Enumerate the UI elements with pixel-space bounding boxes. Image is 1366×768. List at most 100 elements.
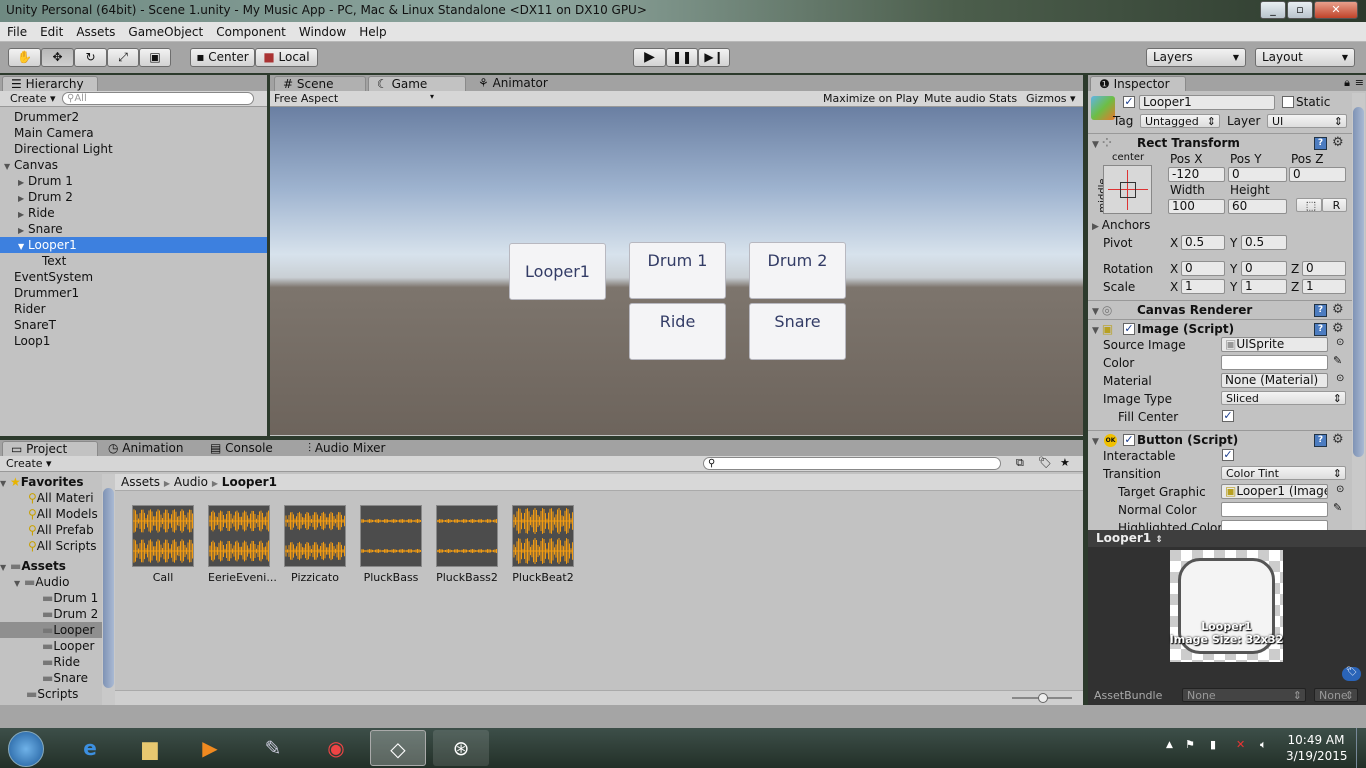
clock[interactable]: 10:49 AM 3/19/2015 [1286,732,1348,764]
button-enabled-checkbox[interactable]: ✓ [1123,434,1135,446]
canvas-renderer-header[interactable]: ▼ ◎ Canvas Renderer ? ⚙ [1088,300,1352,319]
favorite-item[interactable]: ⚲All Prefab [0,522,115,538]
static-checkbox[interactable] [1282,96,1294,108]
icon-size-slider[interactable] [1012,693,1072,703]
favorite-item[interactable]: ⚲All Scripts [0,538,115,554]
pause-button[interactable]: ❚❚ [666,48,698,67]
filter-label-icon[interactable]: 🏷︎ [1038,456,1052,469]
pivot-center-toggle[interactable]: ▪ Center [190,48,255,67]
anchors-foldout[interactable]: ▶ Anchors [1092,218,1150,232]
hierarchy-item[interactable]: ▼ Canvas [0,157,267,173]
hierarchy-item[interactable]: ▶ Snare [0,221,267,237]
hierarchy-item[interactable]: EventSystem [0,269,267,285]
collapsed-arrow-icon[interactable]: ▶ [18,207,28,221]
assets-foldout[interactable]: ▼ ▬Assets [0,558,115,574]
game-view[interactable]: Looper1 Drum 1 Drum 2 Ride Snare [270,107,1083,435]
internet-explorer-icon[interactable]: e [62,730,118,766]
audio-subfolder[interactable]: ▬Drum 1 [0,590,115,606]
snare-game-button[interactable]: Snare [749,303,846,360]
scrollbar-thumb[interactable] [103,488,114,688]
eyedropper-icon[interactable]: ✎ [1333,354,1342,367]
help-icon[interactable]: ? [1314,304,1327,317]
help-icon[interactable]: ? [1314,323,1327,336]
width-field[interactable]: 100 [1168,199,1225,214]
expanded-arrow-icon[interactable]: ▼ [18,239,28,253]
audio-clip-asset[interactable]: PluckBeat2 [512,505,574,584]
scale-z-field[interactable]: 1 [1302,279,1346,294]
hierarchy-item[interactable]: Rider [0,301,267,317]
hierarchy-item[interactable]: Directional Light [0,141,267,157]
breadcrumb-looper1[interactable]: Looper1 [222,475,277,489]
gear-icon[interactable]: ⚙ [1332,301,1344,319]
help-icon[interactable]: ? [1314,434,1327,447]
aspect-dropdown[interactable]: Free Aspect ▾ [274,92,434,105]
hierarchy-item[interactable]: ▶ Drum 1 [0,173,267,189]
filter-type-icon[interactable]: ⧉ [1016,456,1024,470]
assetbundle-variant-dropdown[interactable]: None ⇕ [1314,688,1358,702]
name-field[interactable]: Looper1 [1139,95,1275,110]
help-icon[interactable]: ? [1314,137,1327,150]
tab-game[interactable]: ☾ Game [368,76,466,91]
hierarchy-item[interactable]: Loop1 [0,333,267,349]
posy-field[interactable]: 0 [1228,167,1287,182]
audio-clip-asset[interactable]: Pizzicato [284,505,346,584]
active-checkbox[interactable]: ✓ [1123,96,1135,108]
audio-subfolder[interactable]: ▬Looper [0,638,115,654]
hierarchy-item[interactable]: Drummer1 [0,285,267,301]
hierarchy-item[interactable]: ▼ Looper1 [0,237,267,253]
menu-component[interactable]: Component [209,22,292,41]
tab-inspector[interactable]: ❶ Inspector [1090,76,1186,91]
collapsed-arrow-icon[interactable]: ▶ [18,223,28,237]
step-button[interactable]: ▶❙ [698,48,730,67]
create-dropdown[interactable]: Create ▾ [6,457,52,470]
highlighted-color-field[interactable] [1221,520,1328,530]
expanded-arrow-icon[interactable]: ▼ [4,159,14,173]
audio-clip-asset[interactable]: Call [132,505,194,584]
scripts-folder[interactable]: ▬Scripts [0,686,115,702]
stats-toggle[interactable]: Stats [989,92,1017,105]
inspector-scrollbar[interactable] [1352,93,1365,530]
scrollbar-thumb[interactable] [1353,107,1364,457]
breadcrumb-audio[interactable]: Audio [174,475,208,489]
favorite-item[interactable]: ⚲All Models [0,506,115,522]
menu-assets[interactable]: Assets [69,22,121,41]
rect-transform-header[interactable]: ▼ ⁘ Rect Transform ? ⚙ [1088,133,1352,152]
audio-clip-asset[interactable]: PluckBass2 [436,505,498,584]
menu-gameobject[interactable]: GameObject [121,22,209,41]
unity-icon[interactable]: ◇ [370,730,426,766]
show-desktop-button[interactable] [1356,728,1366,768]
tab-scene[interactable]: # Scene [274,76,366,91]
action-center-flag-icon[interactable]: ⚑ [1185,738,1195,751]
media-player-icon[interactable]: ▶ [182,730,238,766]
collapsed-arrow-icon[interactable]: ▶ [18,191,28,205]
start-button[interactable] [8,731,44,767]
gear-icon[interactable]: ⚙ [1332,320,1344,338]
pivot-x-field[interactable]: 0.5 [1181,235,1225,250]
tab-animator[interactable]: ⚘ Animator [470,76,570,91]
source-image-field[interactable]: ▣UISprite [1221,337,1328,352]
minimize-button[interactable]: _ [1260,1,1286,19]
hierarchy-item[interactable]: SnareT [0,317,267,333]
hierarchy-item[interactable]: Main Camera [0,125,267,141]
gear-icon[interactable]: ⚙ [1332,134,1344,152]
audio-subfolder[interactable]: ▬Ride [0,654,115,670]
play-button[interactable]: ▶ [633,48,666,67]
layer-dropdown[interactable]: UI ⇕ [1267,114,1347,128]
raw-edit-button[interactable]: R [1322,198,1347,212]
normal-color-field[interactable] [1221,502,1328,517]
gizmos-dropdown[interactable]: Gizmos ▾ [1026,92,1076,105]
collapsed-arrow-icon[interactable]: ▶ [18,175,28,189]
app-icon[interactable]: ⊛ [433,730,489,766]
favorites-foldout[interactable]: ▼ ★Favorites [0,474,115,490]
assetbundle-dropdown[interactable]: None ⇕ [1182,688,1306,702]
layers-dropdown[interactable]: Layers ▼ [1146,48,1246,67]
hierarchy-item[interactable]: ▶ Drum 2 [0,189,267,205]
chrome-icon[interactable]: ◉ [308,730,364,766]
lock-icon[interactable]: 🔒︎ [1344,76,1350,90]
button-script-header[interactable]: ▼ OK ✓ Button (Script) ? ⚙ [1088,430,1352,449]
drum1-game-button[interactable]: Drum 1 [629,242,726,299]
folder-tree-scrollbar[interactable] [102,474,115,705]
gear-icon[interactable]: ⚙ [1332,431,1344,449]
preview-header[interactable]: Looper1 ⇕ [1088,530,1366,547]
audio-folder[interactable]: ▼ ▬Audio [0,574,115,590]
